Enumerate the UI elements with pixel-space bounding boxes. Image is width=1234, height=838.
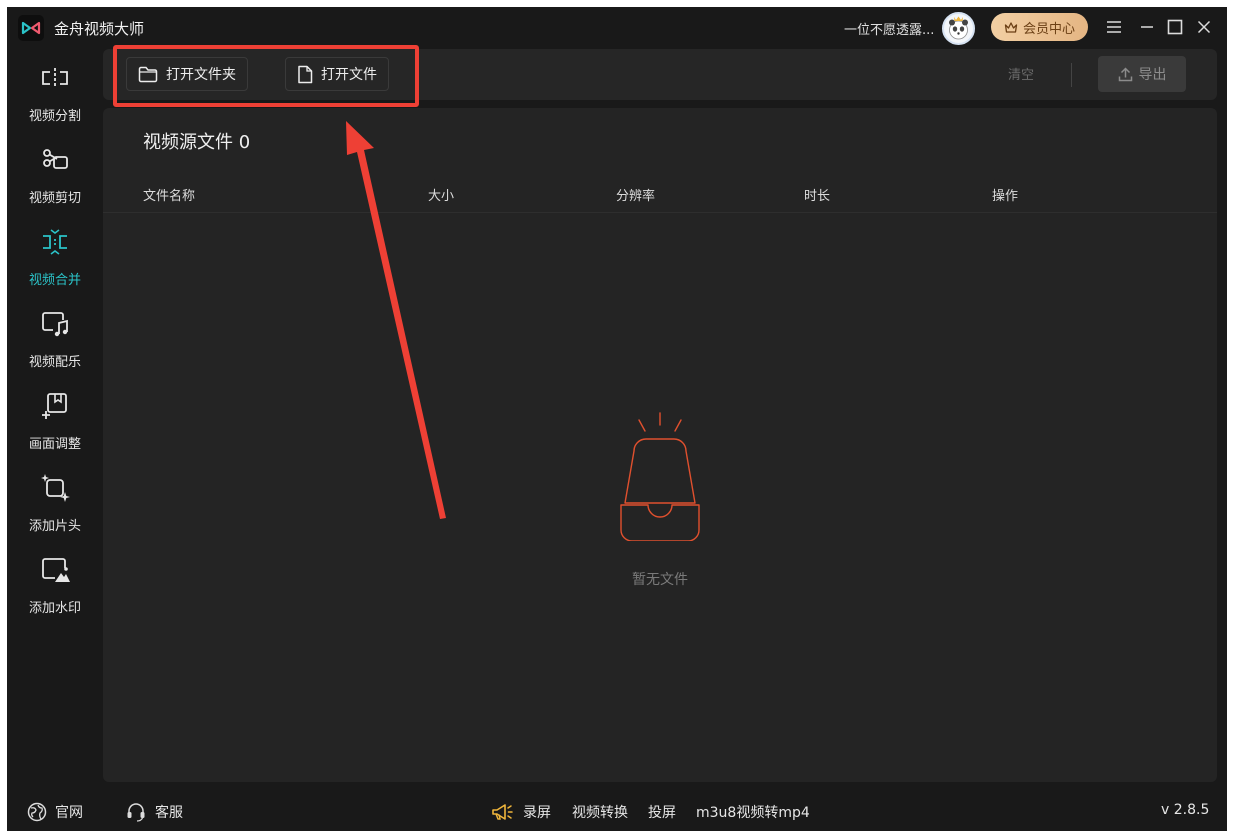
website-link[interactable]: 官网	[27, 793, 83, 831]
globe-icon	[27, 802, 47, 822]
version-label: v 2.8.5	[1161, 802, 1210, 818]
video-convert-link[interactable]: 视频转换	[572, 802, 628, 822]
headset-icon	[127, 803, 145, 822]
support-label: 客服	[155, 805, 183, 821]
record-label: 录屏	[523, 805, 551, 821]
annotation-arrow-icon	[346, 121, 446, 519]
record-link[interactable]: 录屏	[491, 793, 551, 831]
website-label: 官网	[55, 805, 83, 821]
megaphone-icon	[492, 804, 513, 820]
status-bar: 官网 客服 录屏 视频转换 投屏 m3u8视频转mp4 v 2.8.5	[7, 793, 1227, 831]
screen-cast-link[interactable]: 投屏	[648, 802, 676, 822]
app-window: 金舟视频大师 一位不愿透露... 会员中心 视频分割 视频剪切 视频合并 视频配…	[7, 7, 1227, 831]
support-link[interactable]: 客服	[125, 793, 183, 831]
m3u8-convert-link[interactable]: m3u8视频转mp4	[696, 802, 810, 822]
